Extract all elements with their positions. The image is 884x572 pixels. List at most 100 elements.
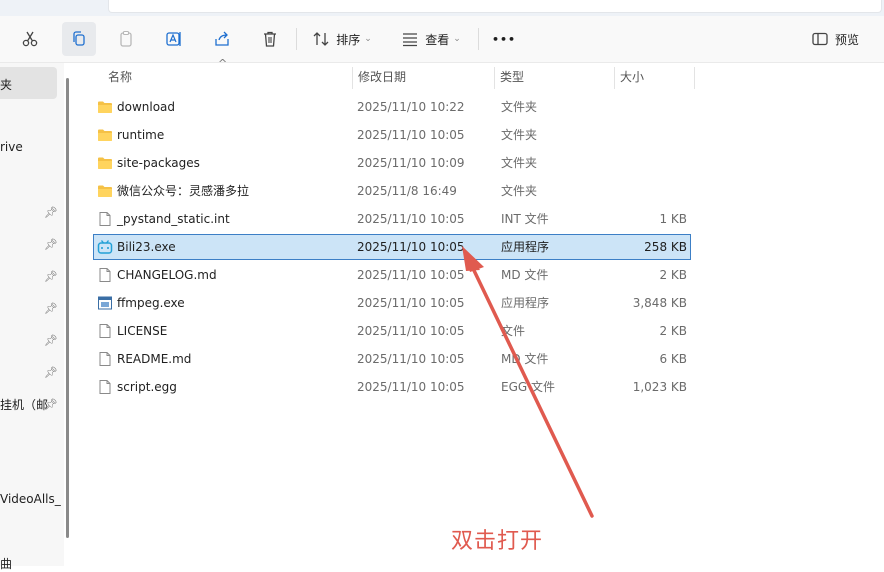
view-button[interactable]: 查看 ⌄ xyxy=(394,22,468,56)
list-item-selected[interactable]: Bili23.exe 2025/11/10 10:05 应用程序 258 KB xyxy=(93,234,691,260)
folder-icon xyxy=(98,157,112,169)
chevron-down-icon: ⌄ xyxy=(364,34,372,44)
share-button[interactable] xyxy=(208,22,236,56)
file-modified: 2025/11/10 10:05 xyxy=(357,296,465,310)
annotation-caption: 双击打开 xyxy=(451,529,544,554)
sidebar-item-label[interactable]: 夹 xyxy=(0,76,12,93)
pin-icon: 📌︎ xyxy=(44,302,58,315)
column-name[interactable]: 名称 xyxy=(102,63,346,89)
file-size xyxy=(609,122,687,148)
file-name: README.md xyxy=(117,352,192,366)
list-item[interactable]: script.egg 2025/11/10 10:05 EGG 文件 1,023… xyxy=(93,374,691,400)
column-header: ^ 名称 修改日期 类型 大小 xyxy=(76,57,884,91)
list-item[interactable]: ffmpeg.exe 2025/11/10 10:05 应用程序 3,848 K… xyxy=(93,290,691,316)
pin-icon: 📌︎ xyxy=(44,398,58,411)
file-type: INT 文件 xyxy=(501,212,549,226)
file-size: 6 KB xyxy=(659,352,687,366)
sort-button[interactable]: 排序 ⌄ xyxy=(306,22,378,56)
list-item[interactable]: CHANGELOG.md 2025/11/10 10:05 MD 文件 2 KB xyxy=(93,262,691,288)
sidebar-item-label[interactable]: VideoAlls_ xyxy=(0,492,61,506)
file-modified: 2025/11/8 16:49 xyxy=(357,184,457,198)
file-type: EGG 文件 xyxy=(501,380,555,394)
share-icon xyxy=(215,31,229,46)
chevron-down-icon: ⌄ xyxy=(453,34,461,44)
file-icon xyxy=(99,212,111,226)
sidebar-item-label[interactable]: rive xyxy=(0,140,23,154)
list-item[interactable]: _pystand_static.int 2025/11/10 10:05 INT… xyxy=(93,206,691,232)
file-type: 文件 xyxy=(501,324,526,338)
file-type: 文件夹 xyxy=(501,156,538,170)
column-divider[interactable] xyxy=(694,67,695,89)
view-label: 查看 xyxy=(425,32,450,47)
preview-pane-button[interactable]: 预览 xyxy=(804,22,866,56)
column-size-label: 大小 xyxy=(620,69,645,84)
file-type: 文件夹 xyxy=(501,100,538,114)
preview-pane-icon xyxy=(812,32,828,46)
column-modified[interactable]: 修改日期 xyxy=(352,63,494,89)
sort-label: 排序 xyxy=(336,32,361,47)
column-name-label: 名称 xyxy=(108,69,133,84)
file-name: _pystand_static.int xyxy=(117,212,230,226)
file-icon xyxy=(99,268,111,282)
column-type[interactable]: 类型 xyxy=(494,63,614,89)
list-item[interactable]: download 2025/11/10 10:22 文件夹 xyxy=(93,94,691,120)
address-area[interactable] xyxy=(108,0,882,13)
more-options-button[interactable]: ••• xyxy=(488,22,520,56)
pin-icon: 📌︎ xyxy=(44,270,58,283)
sidebar-item-label[interactable]: 曲 xyxy=(0,555,12,572)
file-name: Bili23.exe xyxy=(117,240,176,254)
file-type: 文件夹 xyxy=(501,128,538,142)
file-type: MD 文件 xyxy=(501,352,549,366)
title-strip xyxy=(0,0,884,16)
list-item[interactable]: site-packages 2025/11/10 10:09 文件夹 xyxy=(93,150,691,176)
folder-icon xyxy=(98,185,112,197)
scissors-icon xyxy=(22,31,38,47)
column-modified-label: 修改日期 xyxy=(358,69,407,84)
file-modified: 2025/11/10 10:05 xyxy=(357,380,465,394)
rename-button[interactable] xyxy=(160,22,188,56)
file-icon xyxy=(99,324,111,338)
column-size[interactable]: 大小 xyxy=(614,63,694,89)
file-name: CHANGELOG.md xyxy=(117,268,217,282)
file-type: 文件夹 xyxy=(501,184,538,198)
folder-icon xyxy=(98,101,112,113)
file-modified: 2025/11/10 10:05 xyxy=(357,324,465,338)
sidebar-scrollbar[interactable] xyxy=(66,78,69,538)
exe-app-icon xyxy=(98,296,112,310)
file-icon xyxy=(99,352,111,366)
list-item[interactable]: LICENSE 2025/11/10 10:05 文件 2 KB xyxy=(93,318,691,344)
pin-icon: 📌︎ xyxy=(44,206,58,219)
clipboard-icon xyxy=(120,30,132,47)
folder-icon xyxy=(98,129,112,141)
paste-button[interactable] xyxy=(112,22,140,56)
sidebar-item-label[interactable]: 挂机（邮 xyxy=(0,396,48,413)
toolbar-divider xyxy=(296,28,297,50)
file-name: runtime xyxy=(117,128,165,142)
copy-button[interactable] xyxy=(62,22,96,56)
file-modified: 2025/11/10 10:05 xyxy=(357,128,465,142)
file-name: 微信公众号：灵感潘多拉 xyxy=(117,184,250,198)
cut-button[interactable] xyxy=(16,22,44,56)
column-type-label: 类型 xyxy=(500,69,525,84)
preview-label: 预览 xyxy=(834,32,859,47)
pin-icon: 📌︎ xyxy=(44,238,58,251)
file-modified: 2025/11/10 10:05 xyxy=(357,352,465,366)
copy-icon xyxy=(73,31,85,46)
file-name: download xyxy=(117,100,176,114)
file-modified: 2025/11/10 10:05 xyxy=(357,240,465,254)
more-icon: ••• xyxy=(491,32,517,46)
trash-icon xyxy=(264,31,276,47)
file-size xyxy=(609,150,687,176)
file-size: 1 KB xyxy=(659,212,687,226)
file-size: 2 KB xyxy=(659,268,687,282)
delete-button[interactable] xyxy=(256,22,284,56)
list-item[interactable]: 微信公众号：灵感潘多拉 2025/11/8 16:49 文件夹 xyxy=(93,178,691,204)
file-modified: 2025/11/10 10:05 xyxy=(357,212,465,226)
file-size xyxy=(609,178,687,204)
file-size: 258 KB xyxy=(644,240,687,254)
list-item[interactable]: runtime 2025/11/10 10:05 文件夹 xyxy=(93,122,691,148)
file-name: LICENSE xyxy=(117,324,168,338)
file-icon xyxy=(99,380,111,394)
list-item[interactable]: README.md 2025/11/10 10:05 MD 文件 6 KB xyxy=(93,346,691,372)
file-name: site-packages xyxy=(117,156,200,170)
